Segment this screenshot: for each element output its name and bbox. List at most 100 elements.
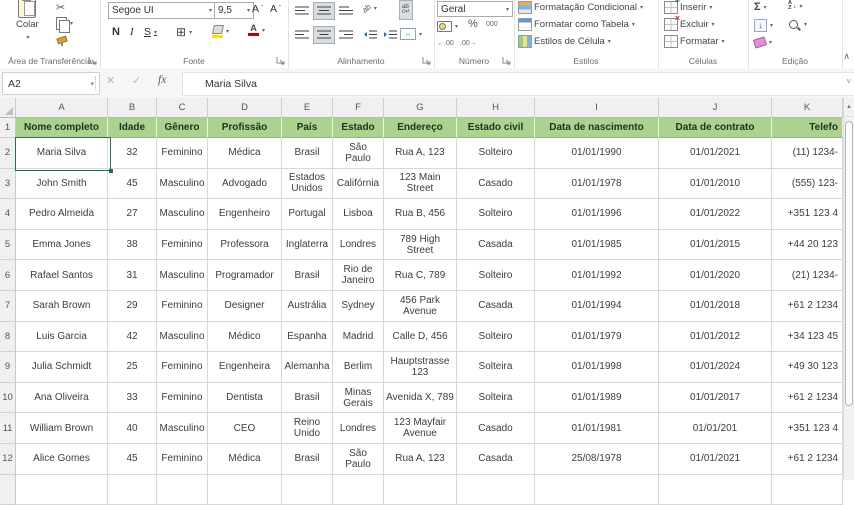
increase-decimal-button[interactable]: ←.00: [437, 40, 454, 47]
font-color-button[interactable]: A: [248, 25, 265, 36]
cell-D7[interactable]: Designer: [208, 291, 282, 322]
cell-C9[interactable]: Feminino: [157, 352, 208, 383]
cell-E11[interactable]: Reino Unido: [282, 413, 333, 444]
cell-K7[interactable]: +61 2 1234: [772, 291, 843, 322]
cell-B4[interactable]: 27: [108, 199, 157, 230]
cell-B12[interactable]: 45: [108, 444, 157, 475]
font-size-select[interactable]: 9,5: [214, 2, 254, 19]
cell-G7[interactable]: 456 Park Avenue: [384, 291, 457, 322]
cell-D4[interactable]: Engenheiro: [208, 199, 282, 230]
delete-button[interactable]: Excluir: [664, 18, 715, 31]
cell-K2[interactable]: (11) 1234-: [772, 138, 843, 169]
cell-E13[interactable]: [282, 475, 333, 505]
cell-I2[interactable]: 01/01/1990: [535, 138, 659, 169]
cell-I1[interactable]: Data de nascimento: [535, 118, 659, 138]
cell-C2[interactable]: Feminino: [157, 138, 208, 169]
row-header-8[interactable]: 8: [0, 322, 16, 353]
cancel-button[interactable]: ✕: [106, 74, 115, 87]
cell-B2[interactable]: 32: [108, 138, 157, 169]
dialog-launcher[interactable]: [88, 56, 97, 65]
cell-F7[interactable]: Sydney: [333, 291, 384, 322]
cell-C6[interactable]: Masculino: [157, 260, 208, 291]
cell-I6[interactable]: 01/01/1992: [535, 260, 659, 291]
cell-H9[interactable]: Solteira: [457, 352, 535, 383]
fill-button[interactable]: [754, 19, 773, 32]
find-select-button[interactable]: [788, 19, 807, 30]
format-as-table-button[interactable]: Formatar como Tabela: [518, 18, 635, 31]
cell-E4[interactable]: Portugal: [282, 199, 333, 230]
column-header-H[interactable]: H: [457, 98, 535, 118]
cell-H3[interactable]: Casado: [457, 169, 535, 200]
row-header-11[interactable]: 11: [0, 413, 16, 444]
cell-H13[interactable]: [457, 475, 535, 505]
column-header-G[interactable]: G: [384, 98, 457, 118]
cell-D2[interactable]: Médica: [208, 138, 282, 169]
cell-A1[interactable]: Nome completo: [16, 118, 108, 138]
cell-J4[interactable]: 01/01/2022: [659, 199, 772, 230]
italic-button[interactable]: I: [130, 26, 134, 38]
cell-G9[interactable]: Hauptstrasse 123: [384, 352, 457, 383]
row-header-4[interactable]: 4: [0, 199, 16, 230]
align-right-button[interactable]: [336, 27, 356, 43]
cell-H12[interactable]: Casada: [457, 444, 535, 475]
cell-D3[interactable]: Advogado: [208, 169, 282, 200]
cell-K1[interactable]: Telefo: [772, 118, 843, 138]
format-painter-button[interactable]: [56, 36, 67, 46]
cell-K3[interactable]: (555) 123-: [772, 169, 843, 200]
cell-A5[interactable]: Emma Jones: [16, 230, 108, 261]
cell-A6[interactable]: Rafael Santos: [16, 260, 108, 291]
cell-H6[interactable]: Solteiro: [457, 260, 535, 291]
cell-D1[interactable]: Profissão: [208, 118, 282, 138]
cell-styles-button[interactable]: Estilos de Célula: [518, 35, 611, 48]
expand-formula-bar-icon[interactable]: ˅: [846, 77, 851, 86]
cell-C4[interactable]: Masculino: [157, 199, 208, 230]
dialog-launcher[interactable]: [422, 56, 431, 65]
cell-D5[interactable]: Professora: [208, 230, 282, 261]
cell-F4[interactable]: Lisboa: [333, 199, 384, 230]
cell-C10[interactable]: Feminino: [157, 383, 208, 414]
cell-I8[interactable]: 01/01/1979: [535, 322, 659, 353]
fill-color-button[interactable]: [212, 25, 229, 38]
cell-B9[interactable]: 25: [108, 352, 157, 383]
cell-I4[interactable]: 01/01/1996: [535, 199, 659, 230]
row-header-12[interactable]: 12: [0, 444, 16, 475]
align-middle-button[interactable]: [314, 3, 334, 19]
column-header-D[interactable]: D: [208, 98, 282, 118]
dialog-launcher[interactable]: [502, 56, 511, 65]
cell-F13[interactable]: [333, 475, 384, 505]
row-header-10[interactable]: 10: [0, 383, 16, 414]
cell-D8[interactable]: Médico: [208, 322, 282, 353]
cell-B6[interactable]: 31: [108, 260, 157, 291]
cell-I11[interactable]: 01/01/1981: [535, 413, 659, 444]
cell-K10[interactable]: +61 2 1234: [772, 383, 843, 414]
conditional-formatting-button[interactable]: Formatação Condicional: [518, 1, 643, 14]
cell-C3[interactable]: Masculino: [157, 169, 208, 200]
cell-G8[interactable]: Calle D, 456: [384, 322, 457, 353]
row-header-2[interactable]: 2: [0, 138, 16, 169]
cell-G6[interactable]: Rua C, 789: [384, 260, 457, 291]
cell-D11[interactable]: CEO: [208, 413, 282, 444]
cell-F8[interactable]: Madrid: [333, 322, 384, 353]
cell-K11[interactable]: +351 123 4: [772, 413, 843, 444]
column-header-E[interactable]: E: [282, 98, 333, 118]
cell-B13[interactable]: [108, 475, 157, 505]
cell-E1[interactable]: País: [282, 118, 333, 138]
cell-K8[interactable]: +34 123 45: [772, 322, 843, 353]
cell-G11[interactable]: 123 Mayfair Avenue: [384, 413, 457, 444]
cell-B5[interactable]: 38: [108, 230, 157, 261]
cell-A4[interactable]: Pedro Almeida: [16, 199, 108, 230]
cell-J5[interactable]: 01/01/2015: [659, 230, 772, 261]
copy-button[interactable]: [56, 17, 73, 30]
orientation-button[interactable]: ab: [362, 4, 377, 13]
cell-G12[interactable]: Rua A, 123: [384, 444, 457, 475]
autosum-button[interactable]: Σ: [754, 1, 767, 13]
percent-style-button[interactable]: %: [468, 18, 478, 30]
cell-I3[interactable]: 01/01/1978: [535, 169, 659, 200]
cell-J2[interactable]: 01/01/2021: [659, 138, 772, 169]
cell-J6[interactable]: 01/01/2020: [659, 260, 772, 291]
cell-I9[interactable]: 01/01/1998: [535, 352, 659, 383]
column-header-B[interactable]: B: [108, 98, 157, 118]
cell-K13[interactable]: [772, 475, 843, 505]
cell-G5[interactable]: 789 High Street: [384, 230, 457, 261]
cell-C7[interactable]: Feminino: [157, 291, 208, 322]
